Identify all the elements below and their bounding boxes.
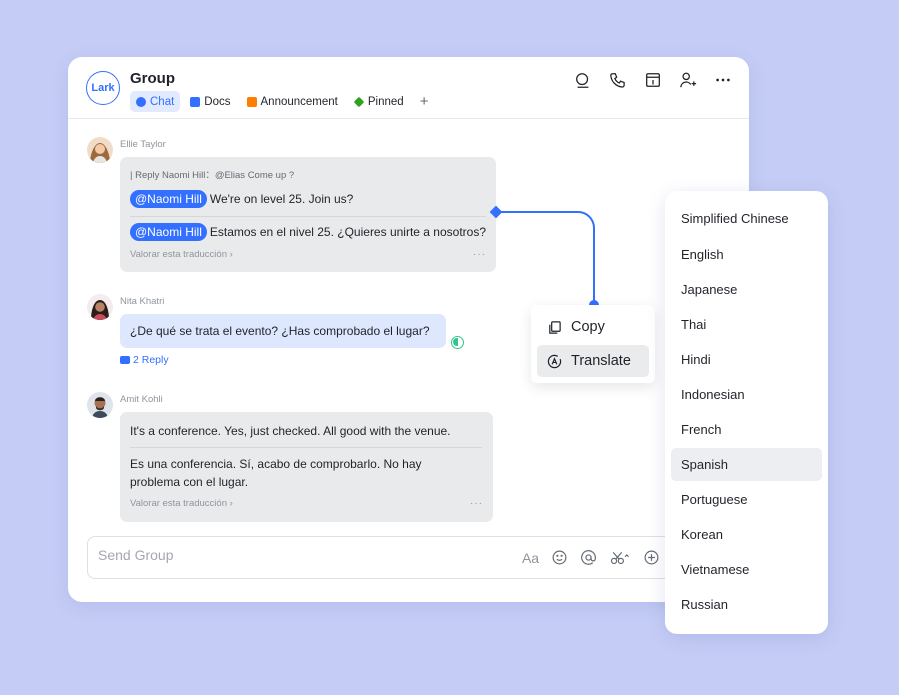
sender-name: Amit Kohli — [120, 394, 163, 405]
header-actions — [572, 69, 733, 90]
pin-icon — [353, 96, 365, 107]
reply-count: 2 Reply — [133, 354, 169, 366]
translation-divider — [130, 447, 482, 448]
docs-icon — [190, 96, 201, 107]
calendar-icon[interactable] — [642, 69, 663, 90]
language-option[interactable]: Japanese — [671, 273, 822, 306]
sender-name: Ellie Taylor — [120, 139, 166, 150]
tab-chat[interactable]: Chat — [130, 91, 181, 112]
copy-menu-item[interactable]: Copy — [537, 311, 649, 343]
menu-item-label: Translate — [571, 353, 631, 369]
avatar[interactable] — [87, 294, 113, 320]
rate-translation-link[interactable]: Valorar esta traducción › — [130, 249, 233, 260]
chat-bubble-icon — [136, 96, 146, 107]
language-option[interactable]: Vietnamese — [671, 553, 822, 586]
emoji-icon[interactable] — [550, 548, 569, 567]
mention-icon[interactable] — [579, 548, 598, 567]
translation-text: problema con el lugar. — [130, 475, 249, 489]
add-tab-button[interactable]: + — [414, 93, 435, 110]
language-option[interactable]: French — [671, 413, 822, 446]
group-title: Group — [130, 70, 175, 87]
avatar[interactable] — [87, 392, 113, 418]
message-text: It's a conference. Yes, just checked. Al… — [130, 424, 451, 438]
composer-tools: Aa — [521, 548, 661, 567]
message-bubble[interactable]: | Reply Naomi Hill：@Elias Come up ? @Nao… — [120, 157, 496, 272]
rate-translation-label: Valorar esta traducción — [130, 498, 227, 509]
chat-header: Lark Group Chat Docs Announcement Pinned… — [68, 57, 749, 119]
avatar[interactable] — [87, 137, 113, 163]
lark-logo: Lark — [86, 71, 120, 105]
message-text: ¿De qué se trata el evento? ¿Has comprob… — [130, 324, 430, 338]
rate-translation-link[interactable]: Valorar esta traducción › — [130, 498, 233, 509]
add-member-icon[interactable] — [677, 69, 698, 90]
tab-label: Pinned — [367, 95, 404, 108]
screenshot-icon[interactable] — [608, 548, 632, 567]
read-status-icon — [451, 336, 464, 349]
tab-docs[interactable]: Docs — [184, 91, 236, 112]
translation-divider — [130, 216, 486, 217]
more-icon[interactable]: ··· — [470, 498, 483, 509]
message-input[interactable] — [98, 547, 478, 563]
copy-icon — [549, 320, 561, 334]
mention-tag[interactable]: @Naomi Hill — [130, 223, 207, 241]
megaphone-icon — [246, 96, 257, 107]
search-icon[interactable] — [572, 69, 593, 90]
translation-text: Estamos en el nivel 25. ¿Quieres unirte … — [209, 225, 486, 239]
language-option[interactable]: Thai — [671, 308, 822, 341]
tab-label: Docs — [204, 95, 231, 108]
rate-translation-label: Valorar esta traducción — [130, 249, 227, 260]
reply-icon — [120, 356, 130, 364]
message-bubble[interactable]: ¿De qué se trata el evento? ¿Has comprob… — [120, 314, 446, 348]
language-option[interactable]: Hindi — [671, 343, 822, 376]
mention-tag[interactable]: @Naomi Hill — [130, 190, 207, 208]
sender-name: Nita Khatri — [120, 296, 165, 307]
language-option[interactable]: English — [671, 238, 822, 271]
message-bubble[interactable]: It's a conference. Yes, just checked. Al… — [120, 412, 493, 522]
message-context-menu: Copy Translate — [531, 305, 655, 383]
language-option[interactable]: Indonesian — [671, 378, 822, 411]
menu-item-label: Copy — [571, 319, 605, 335]
language-list: Simplified Chinese English Japanese Thai… — [665, 191, 828, 634]
phone-icon[interactable] — [607, 69, 628, 90]
translate-icon — [547, 354, 562, 368]
more-icon[interactable]: ··· — [473, 249, 486, 260]
tab-label: Chat — [150, 95, 175, 108]
language-option[interactable]: Korean — [671, 518, 822, 551]
language-option-selected[interactable]: Spanish — [671, 448, 822, 481]
language-option[interactable]: Russian — [671, 588, 822, 621]
translate-menu-item[interactable]: Translate — [537, 345, 649, 377]
thread-reply-link[interactable]: 2 Reply — [120, 354, 169, 366]
language-option[interactable]: Portuguese — [671, 483, 822, 516]
more-icon[interactable] — [712, 69, 733, 90]
tab-announcement[interactable]: Announcement — [241, 91, 344, 112]
tab-pinned[interactable]: Pinned — [348, 91, 410, 112]
chevron-right-icon: › — [229, 249, 233, 260]
translation-text: Es una conferencia. Sí, acabo de comprob… — [130, 457, 422, 471]
chevron-right-icon: › — [229, 498, 233, 509]
language-option[interactable]: Simplified Chinese — [671, 202, 822, 235]
add-icon[interactable] — [642, 548, 661, 567]
message-composer: Aa — [87, 536, 672, 579]
text-format-icon[interactable]: Aa — [521, 548, 540, 567]
tab-label: Announcement — [260, 95, 338, 108]
reply-quote: | Reply Naomi Hill：@Elias Come up ? — [130, 170, 295, 181]
message-text: We're on level 25. Join us? — [209, 192, 354, 206]
tab-bar: Chat Docs Announcement Pinned + — [130, 91, 434, 112]
